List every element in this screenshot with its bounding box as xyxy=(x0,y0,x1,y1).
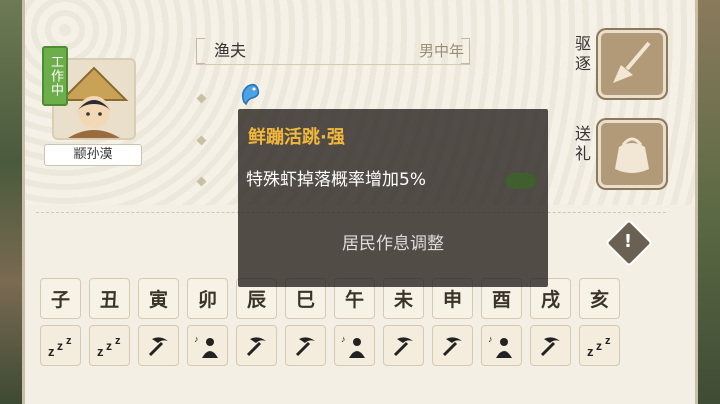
svg-text:z: z xyxy=(115,335,121,347)
activity-cell[interactable]: ♪ xyxy=(481,325,522,366)
svg-text:z: z xyxy=(66,335,72,347)
svg-text:z: z xyxy=(57,339,63,353)
shrimp-trait-icon[interactable] xyxy=(238,80,264,108)
schedule-title: 居民作息调整 xyxy=(342,234,444,254)
pickaxe-icon xyxy=(295,336,315,356)
svg-text:z: z xyxy=(48,344,55,358)
activity-cell[interactable] xyxy=(530,325,571,366)
bracket-right xyxy=(461,38,470,64)
job-info-bar: 渔夫 男中年 xyxy=(196,38,470,65)
sleep-icon: zzz xyxy=(587,335,611,358)
svg-text:♪: ♪ xyxy=(341,334,346,344)
gift-bag-icon xyxy=(615,137,649,173)
pickaxe-icon xyxy=(148,336,168,356)
leisure-icon: ♪ xyxy=(194,334,218,358)
activity-cell[interactable]: ♪ xyxy=(334,325,375,366)
hour-cell[interactable]: 子 xyxy=(40,278,81,319)
activity-cell[interactable]: zzz xyxy=(89,325,130,366)
svg-text:z: z xyxy=(587,344,594,358)
activity-row: z z z z z z ♪ ♪ ♪ z z z xyxy=(40,325,620,366)
tooltip-description: 特殊虾掉落概率增加5% xyxy=(246,170,426,190)
trait-tooltip: 鲜蹦活跳·强 特殊虾掉落概率增加5% 居民作息调整 xyxy=(238,109,548,287)
hour-cell[interactable]: 寅 xyxy=(138,278,179,319)
gift-label: 送礼 xyxy=(574,124,591,163)
activity-cell[interactable] xyxy=(432,325,473,366)
pickaxe-icon xyxy=(393,336,413,356)
resident-gender-age: 男中年 xyxy=(418,42,464,60)
activity-cell[interactable] xyxy=(285,325,326,366)
expel-label: 驱逐 xyxy=(574,34,591,73)
activity-cell[interactable]: zzz xyxy=(579,325,620,366)
sleep-icon: zzz xyxy=(48,335,72,358)
warning-icon[interactable]: ! xyxy=(620,227,636,257)
expel-button[interactable] xyxy=(598,30,666,98)
job-title: 渔夫 xyxy=(214,41,247,60)
activity-cell[interactable] xyxy=(138,325,179,366)
svg-text:z: z xyxy=(106,339,112,353)
pickaxe-icon xyxy=(540,336,560,356)
working-status-badge: 工作中 xyxy=(42,46,68,106)
gift-button[interactable] xyxy=(598,120,666,188)
svg-text:z: z xyxy=(605,335,611,347)
activity-cell[interactable] xyxy=(236,325,277,366)
sleep-icon: zzz xyxy=(97,335,121,358)
svg-text:z: z xyxy=(97,344,104,358)
svg-text:♪: ♪ xyxy=(488,334,493,344)
leisure-icon: ♪ xyxy=(488,334,512,358)
hour-cell[interactable]: 卯 xyxy=(187,278,228,319)
tooltip-title: 鲜蹦活跳·强 xyxy=(248,127,345,148)
resident-name: 颛孙漠 xyxy=(44,144,142,166)
activity-cell[interactable] xyxy=(383,325,424,366)
pickaxe-icon xyxy=(442,336,462,356)
broom-icon xyxy=(613,41,651,83)
svg-text:z: z xyxy=(596,339,602,353)
pickaxe-icon xyxy=(246,336,266,356)
hour-cell[interactable]: 丑 xyxy=(89,278,130,319)
bracket-left xyxy=(196,38,205,64)
activity-cell[interactable]: ♪ xyxy=(187,325,228,366)
activity-cell[interactable]: zzz xyxy=(40,325,81,366)
tooltip-progress-bar xyxy=(506,173,536,189)
svg-text:♪: ♪ xyxy=(194,334,199,344)
leisure-icon: ♪ xyxy=(341,334,365,358)
hour-cell[interactable]: 亥 xyxy=(579,278,620,319)
